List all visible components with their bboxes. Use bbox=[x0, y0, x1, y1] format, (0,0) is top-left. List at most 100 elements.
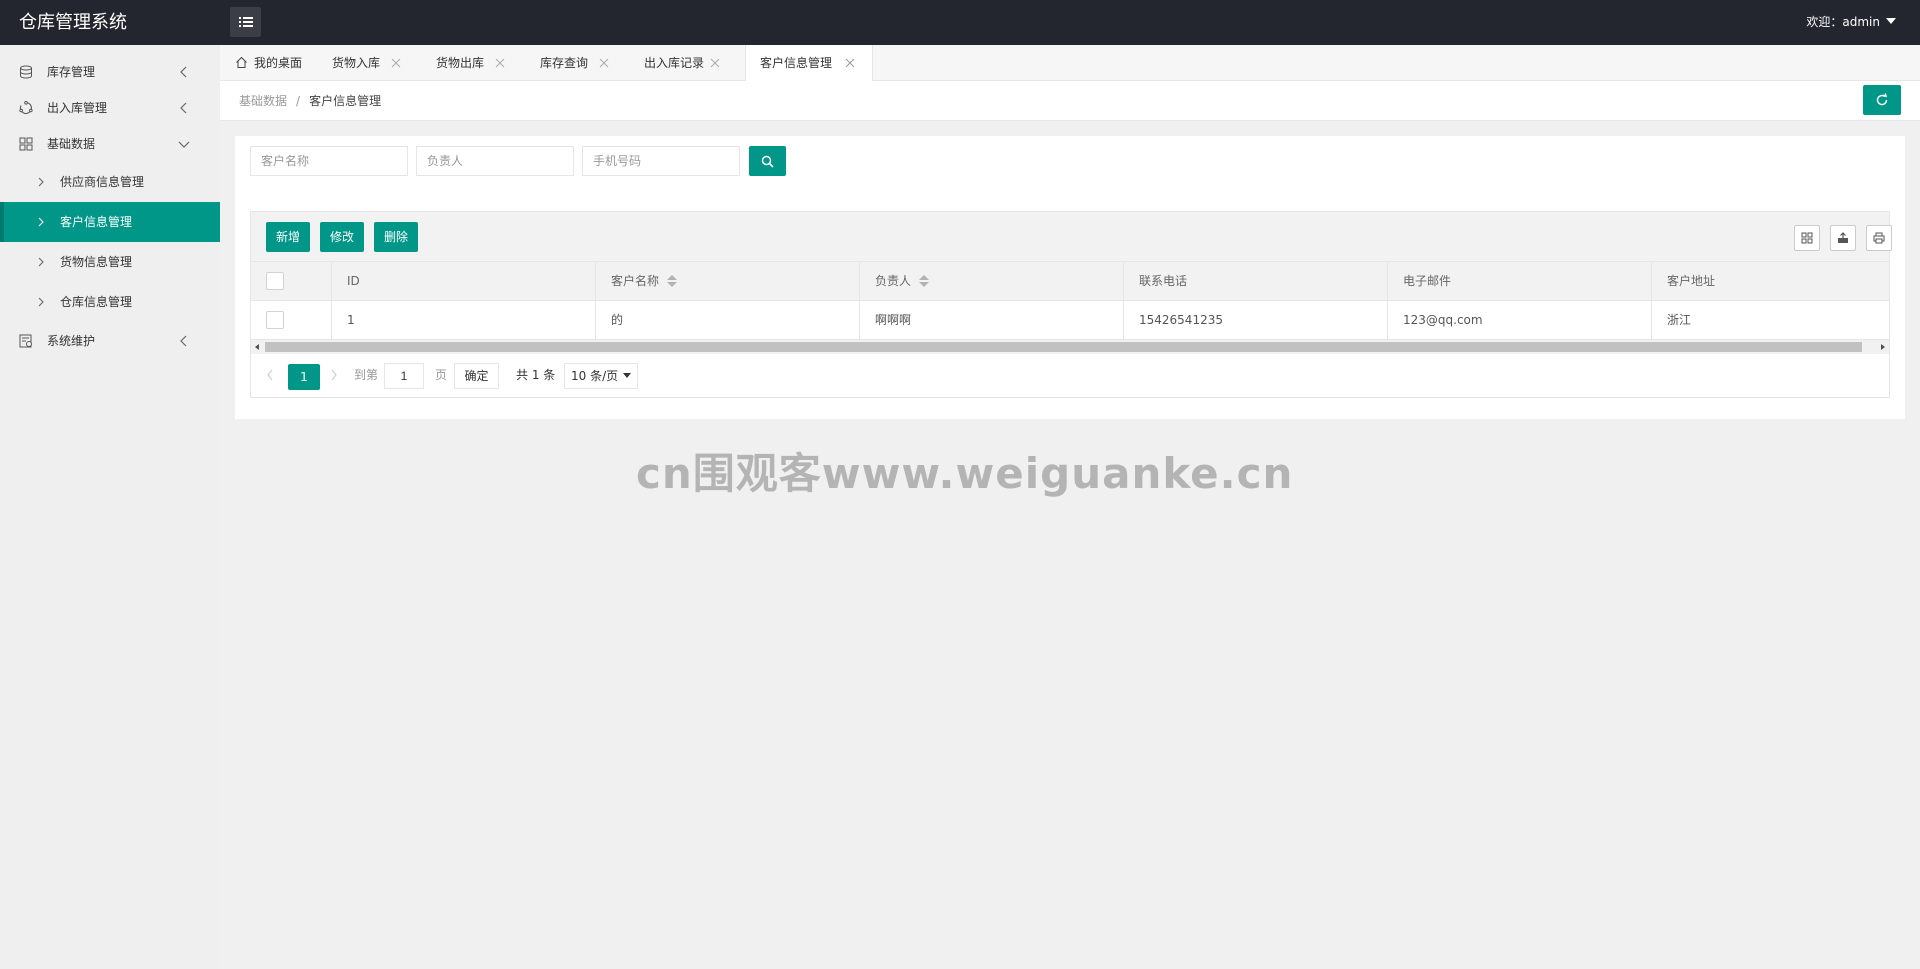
tab-home[interactable]: 我的桌面 bbox=[220, 45, 305, 81]
chevron-down-icon bbox=[178, 141, 190, 148]
home-icon bbox=[236, 56, 247, 68]
select-all-checkbox[interactable] bbox=[266, 272, 284, 290]
column-header-label: 负责人 bbox=[875, 274, 912, 288]
database-icon bbox=[20, 65, 32, 79]
tab-label: 库存查询 bbox=[540, 56, 589, 70]
export-icon bbox=[1838, 232, 1848, 243]
header-checkbox-cell bbox=[251, 262, 332, 301]
close-icon[interactable] bbox=[599, 58, 609, 68]
sidebar-subitem-label: 供应商信息管理 bbox=[60, 175, 145, 189]
user-menu[interactable]: 欢迎：admin bbox=[1806, 0, 1896, 45]
column-header: 联系电话 bbox=[1124, 262, 1388, 301]
tab-goods-out[interactable]: 货物出库 bbox=[408, 45, 513, 81]
table-cell: 123@qq.com bbox=[1388, 301, 1652, 340]
goto-confirm-button[interactable]: 确定 bbox=[454, 363, 499, 389]
row-checkbox[interactable] bbox=[266, 311, 284, 329]
contact-person-input[interactable] bbox=[416, 146, 574, 176]
columns-filter-button[interactable] bbox=[1794, 225, 1820, 251]
settings-box-icon bbox=[19, 334, 32, 348]
scroll-right-arrow-icon[interactable] bbox=[1881, 344, 1885, 350]
chevron-right-icon bbox=[38, 177, 44, 187]
sort-icon[interactable] bbox=[919, 274, 930, 288]
sidebar-subitem-customer[interactable]: 客户信息管理 bbox=[0, 202, 220, 242]
chevron-right-icon bbox=[38, 257, 44, 267]
sort-icon[interactable] bbox=[667, 274, 678, 288]
search-icon bbox=[761, 155, 774, 168]
sidebar: 库存管理 出入库管理 基础数据 供应商信息管理 客户信息管理 货物信息管理 仓库… bbox=[0, 45, 220, 969]
close-icon[interactable] bbox=[391, 58, 401, 68]
scrollbar-thumb[interactable] bbox=[265, 342, 1862, 352]
tab-label: 出入库记录 bbox=[644, 56, 705, 70]
prev-page-icon[interactable] bbox=[265, 366, 275, 384]
close-icon[interactable] bbox=[710, 58, 720, 68]
tab-stock-query[interactable]: 库存查询 bbox=[513, 45, 617, 81]
export-button[interactable] bbox=[1830, 225, 1856, 251]
tab-goods-in[interactable]: 货物入库 bbox=[305, 45, 408, 81]
goto-label: 到第 bbox=[354, 368, 379, 382]
sidebar-item-inventory[interactable]: 库存管理 bbox=[0, 54, 220, 90]
goto-page-input[interactable] bbox=[384, 363, 424, 389]
user-greeting: 欢迎：admin bbox=[1806, 15, 1880, 29]
top-header: 仓库管理系统 欢迎：admin bbox=[0, 0, 1920, 45]
close-icon[interactable] bbox=[845, 58, 855, 68]
column-header: 客户地址 bbox=[1652, 262, 1889, 301]
page-label: 页 bbox=[435, 368, 448, 382]
sidebar-item-inout[interactable]: 出入库管理 bbox=[0, 90, 220, 126]
delete-button[interactable]: 删除 bbox=[374, 222, 418, 252]
sidebar-item-label: 出入库管理 bbox=[47, 101, 108, 115]
column-header: 电子邮件 bbox=[1388, 262, 1652, 301]
chevron-right-icon bbox=[38, 217, 44, 227]
tab-customer-info[interactable]: 客户信息管理 bbox=[745, 45, 873, 82]
chevron-left-icon bbox=[180, 66, 187, 78]
scroll-left-arrow-icon[interactable] bbox=[255, 344, 259, 350]
refresh-button[interactable] bbox=[1863, 85, 1901, 115]
customer-name-input[interactable] bbox=[250, 146, 408, 176]
column-header-label: 客户名称 bbox=[611, 274, 660, 288]
page-size-value: 10 条/页 bbox=[571, 369, 619, 383]
print-button[interactable] bbox=[1866, 225, 1892, 251]
search-button[interactable] bbox=[749, 146, 786, 176]
table-cell: 浙江 bbox=[1667, 313, 1692, 327]
breadcrumb-current: 客户信息管理 bbox=[309, 94, 382, 108]
menu-toggle-button[interactable] bbox=[230, 7, 261, 37]
tab-label: 货物入库 bbox=[332, 56, 381, 70]
table-row[interactable]: 1 的 啊啊啊 15426541235 123@qq.com 浙江 bbox=[251, 301, 1889, 340]
column-header-label: 电子邮件 bbox=[1403, 274, 1452, 288]
grid-icon bbox=[19, 137, 33, 151]
refresh-icon bbox=[1876, 93, 1888, 106]
sidebar-subitem-label: 货物信息管理 bbox=[60, 255, 133, 269]
main-panel: 新增 修改 删除 ID 客户名称 负责人 联系电话 电子邮件 客户地址 1 bbox=[235, 136, 1905, 419]
breadcrumb-parent[interactable]: 基础数据 bbox=[239, 94, 287, 108]
add-button[interactable]: 新增 bbox=[266, 222, 310, 252]
sidebar-subitem-goods[interactable]: 货物信息管理 bbox=[0, 242, 220, 282]
breadcrumb: 基础数据 / 客户信息管理 bbox=[239, 81, 381, 121]
next-page-icon[interactable] bbox=[329, 366, 339, 384]
page-size-select[interactable]: 10 条/页 bbox=[564, 363, 638, 389]
menu-icon bbox=[238, 17, 253, 27]
column-header: ID bbox=[332, 262, 596, 301]
total-count: 共 1 条 bbox=[516, 368, 556, 382]
sidebar-item-basic-data[interactable]: 基础数据 bbox=[0, 126, 220, 162]
sidebar-item-label: 库存管理 bbox=[47, 65, 96, 79]
chevron-left-icon bbox=[180, 102, 187, 114]
table-cell: 1 bbox=[332, 301, 596, 340]
tab-label: 货物出库 bbox=[436, 56, 485, 70]
chevron-right-icon bbox=[38, 297, 44, 307]
column-header-sortable[interactable]: 客户名称 bbox=[596, 262, 860, 301]
horizontal-scrollbar[interactable] bbox=[251, 340, 1889, 354]
sidebar-subitem-warehouse[interactable]: 仓库信息管理 bbox=[0, 282, 220, 322]
current-page-button[interactable]: 1 bbox=[288, 364, 320, 390]
column-header-label: ID bbox=[347, 274, 360, 288]
pagination: 1 到第 页 确定 共 1 条 10 条/页 bbox=[251, 354, 1889, 397]
tab-inout-records[interactable]: 出入库记录 bbox=[617, 45, 725, 81]
column-header-sortable[interactable]: 负责人 bbox=[860, 262, 1124, 301]
close-icon[interactable] bbox=[495, 58, 505, 68]
sidebar-subitem-label: 客户信息管理 bbox=[60, 215, 133, 229]
sidebar-subitem-supplier[interactable]: 供应商信息管理 bbox=[0, 162, 220, 202]
loop-icon bbox=[19, 101, 33, 115]
table-toolbar: 新增 修改 删除 bbox=[251, 212, 1892, 262]
edit-button[interactable]: 修改 bbox=[320, 222, 364, 252]
phone-input[interactable] bbox=[582, 146, 740, 176]
sidebar-item-system[interactable]: 系统维护 bbox=[0, 323, 220, 359]
columns-icon bbox=[1801, 232, 1813, 244]
